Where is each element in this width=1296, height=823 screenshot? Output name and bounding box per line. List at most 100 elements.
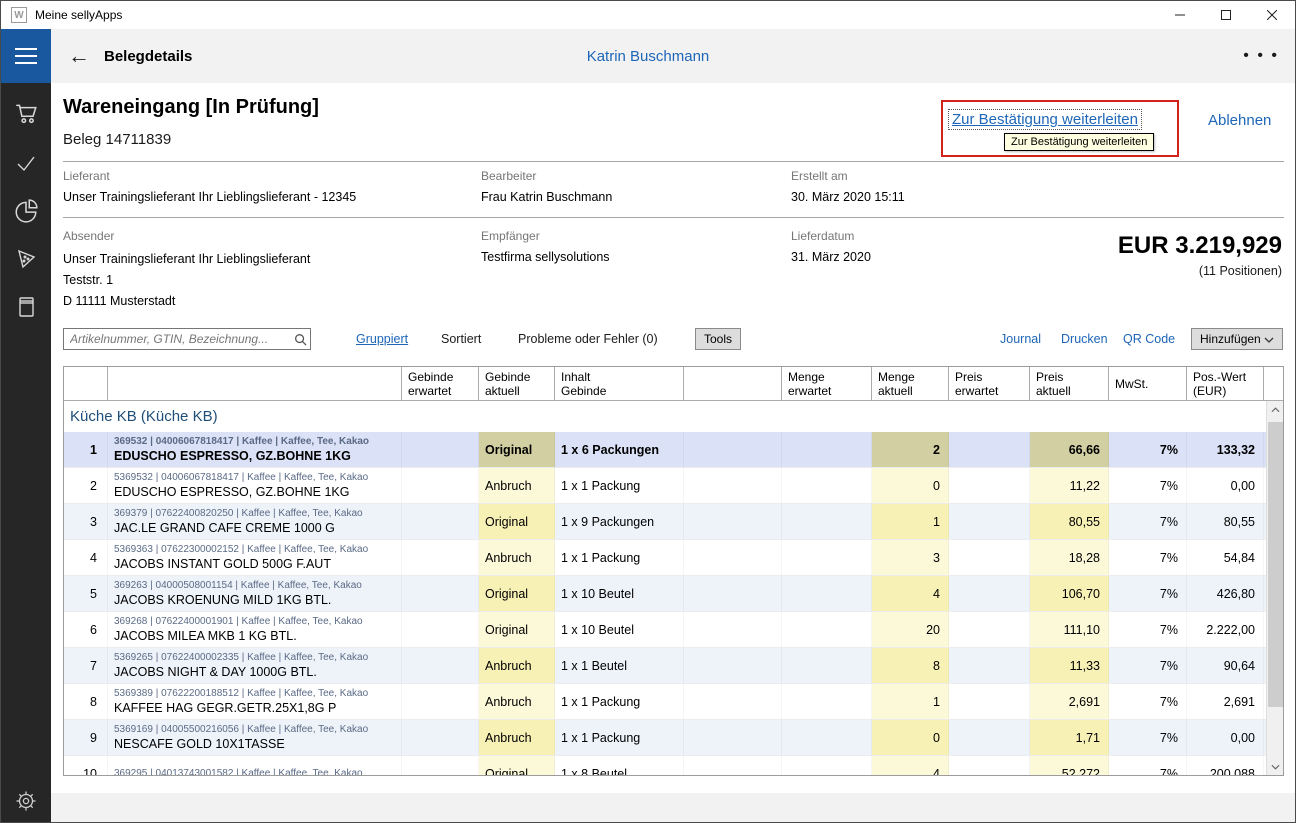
editable-cell[interactable]: 66,66 bbox=[1030, 432, 1109, 467]
group-header[interactable]: Küche KB (Küche KB) bbox=[64, 401, 1266, 432]
pizza-slice-icon[interactable] bbox=[1, 243, 51, 275]
scroll-up-icon[interactable] bbox=[1267, 401, 1284, 418]
table-row[interactable]: 45369363 | 07622300002152 | Kaffee | Kaf… bbox=[64, 540, 1266, 576]
journal-link[interactable]: Journal bbox=[1000, 332, 1041, 346]
row-number: 9 bbox=[64, 720, 108, 755]
editable-cell[interactable]: 111,10 bbox=[1030, 612, 1109, 647]
hinzufuegen-button[interactable]: Hinzufügen bbox=[1191, 328, 1283, 350]
editable-cell[interactable]: Original bbox=[479, 612, 555, 647]
scrollbar-thumb[interactable] bbox=[1268, 422, 1283, 707]
editable-cell[interactable]: Anbruch bbox=[479, 648, 555, 683]
book-icon[interactable] bbox=[1, 291, 51, 323]
editable-cell[interactable]: Original bbox=[479, 756, 555, 775]
cell: 1 x 1 Packung bbox=[555, 540, 684, 575]
editable-cell[interactable]: 0 bbox=[872, 720, 949, 755]
minimize-button[interactable] bbox=[1157, 1, 1203, 29]
reject-button[interactable]: Ablehnen bbox=[1208, 112, 1271, 129]
cell bbox=[782, 756, 872, 775]
more-icon[interactable]: • • • bbox=[1243, 29, 1279, 83]
article-meta: 369379 | 07622400820250 | Kaffee | Kaffe… bbox=[114, 507, 363, 520]
editable-cell[interactable]: Original bbox=[479, 432, 555, 467]
editable-cell[interactable]: 1,71 bbox=[1030, 720, 1109, 755]
cell: 1 x 10 Beutel bbox=[555, 576, 684, 611]
editable-cell[interactable]: Anbruch bbox=[479, 720, 555, 755]
table-row[interactable]: 25369532 | 04006067818417 | Kaffee | Kaf… bbox=[64, 468, 1266, 504]
sortiert-tab[interactable]: Sortiert bbox=[441, 332, 481, 346]
table-row[interactable]: 6369268 | 07622400001901 | Kaffee | Kaff… bbox=[64, 612, 1266, 648]
cell bbox=[949, 504, 1030, 539]
search-icon[interactable] bbox=[290, 333, 310, 346]
editable-cell[interactable]: 2 bbox=[872, 432, 949, 467]
maximize-button[interactable] bbox=[1203, 1, 1249, 29]
cell bbox=[402, 576, 479, 611]
cart-icon[interactable] bbox=[1, 97, 51, 129]
pie-chart-icon[interactable] bbox=[1, 195, 51, 227]
column-header: Preis aktuell bbox=[1030, 367, 1109, 400]
column-header: Gebinde aktuell bbox=[479, 367, 555, 400]
tools-button[interactable]: Tools bbox=[695, 328, 741, 350]
editable-cell[interactable]: 106,70 bbox=[1030, 576, 1109, 611]
article-description: 5369169 | 04005500216056 | Kaffee | Kaff… bbox=[108, 720, 402, 755]
table-row[interactable]: 5369263 | 04000508001154 | Kaffee | Kaff… bbox=[64, 576, 1266, 612]
gruppiert-tab[interactable]: Gruppiert bbox=[356, 332, 408, 346]
column-header bbox=[64, 367, 108, 400]
editable-cell[interactable]: Anbruch bbox=[479, 540, 555, 575]
editable-cell[interactable]: 80,55 bbox=[1030, 504, 1109, 539]
editable-cell[interactable]: 18,28 bbox=[1030, 540, 1109, 575]
empfaenger-label: Empfänger bbox=[481, 229, 540, 243]
cell bbox=[782, 684, 872, 719]
table-row[interactable]: 85369389 | 07622200188512 | Kaffee | Kaf… bbox=[64, 684, 1266, 720]
close-button[interactable] bbox=[1249, 1, 1295, 29]
cell bbox=[684, 468, 782, 503]
user-link[interactable]: Katrin Buschmann bbox=[1, 29, 1295, 83]
editable-cell[interactable]: 3 bbox=[872, 540, 949, 575]
row-number: 2 bbox=[64, 468, 108, 503]
editable-cell[interactable]: 20 bbox=[872, 612, 949, 647]
document-number: Beleg 14711839 bbox=[63, 131, 171, 148]
editable-cell[interactable]: Original bbox=[479, 576, 555, 611]
vertical-scrollbar[interactable] bbox=[1266, 401, 1283, 775]
qr-code-link[interactable]: QR Code bbox=[1123, 332, 1175, 346]
empfaenger-value: Testfirma sellysolutions bbox=[481, 250, 610, 264]
cell bbox=[402, 504, 479, 539]
article-meta: 5369389 | 07622200188512 | Kaffee | Kaff… bbox=[114, 687, 368, 700]
settings-gear-icon[interactable] bbox=[12, 787, 40, 815]
cell: 7% bbox=[1109, 468, 1187, 503]
table-row[interactable]: 95369169 | 04005500216056 | Kaffee | Kaf… bbox=[64, 720, 1266, 756]
editable-cell[interactable]: Original bbox=[479, 504, 555, 539]
cell: 0,00 bbox=[1187, 720, 1264, 755]
editable-cell[interactable]: 52,272 bbox=[1030, 756, 1109, 775]
drucken-link[interactable]: Drucken bbox=[1061, 332, 1108, 346]
probleme-tab[interactable]: Probleme oder Fehler (0) bbox=[518, 332, 658, 346]
article-description: 369268 | 07622400001901 | Kaffee | Kaffe… bbox=[108, 612, 402, 647]
editable-cell[interactable]: 4 bbox=[872, 576, 949, 611]
editable-cell[interactable]: 2,691 bbox=[1030, 684, 1109, 719]
forward-for-confirmation-button[interactable]: Zur Bestätigung weiterleiten bbox=[948, 109, 1142, 130]
cell: 1 x 1 Packung bbox=[555, 720, 684, 755]
search-input[interactable] bbox=[64, 332, 290, 346]
scroll-down-icon[interactable] bbox=[1267, 758, 1284, 775]
article-meta: 369268 | 07622400001901 | Kaffee | Kaffe… bbox=[114, 615, 363, 628]
editable-cell[interactable]: 8 bbox=[872, 648, 949, 683]
editable-cell[interactable]: Anbruch bbox=[479, 684, 555, 719]
table-row[interactable]: 3369379 | 07622400820250 | Kaffee | Kaff… bbox=[64, 504, 1266, 540]
check-icon[interactable] bbox=[1, 147, 51, 179]
cell bbox=[684, 756, 782, 775]
cell: 133,32 bbox=[1187, 432, 1264, 467]
editable-cell[interactable]: 0 bbox=[872, 468, 949, 503]
cell: 7% bbox=[1109, 432, 1187, 467]
absender-line: Teststr. 1 bbox=[63, 270, 310, 291]
editable-cell[interactable]: 11,33 bbox=[1030, 648, 1109, 683]
editable-cell[interactable]: 1 bbox=[872, 684, 949, 719]
editable-cell[interactable]: 1 bbox=[872, 504, 949, 539]
cell: 7% bbox=[1109, 756, 1187, 775]
editable-cell[interactable]: Anbruch bbox=[479, 468, 555, 503]
window-title: Meine sellyApps bbox=[35, 8, 122, 22]
editable-cell[interactable]: 11,22 bbox=[1030, 468, 1109, 503]
table-row[interactable]: 75369265 | 07622400002335 | Kaffee | Kaf… bbox=[64, 648, 1266, 684]
table-row[interactable]: 10369295 | 04013743001582 | Kaffee | Kaf… bbox=[64, 756, 1266, 775]
editable-cell[interactable]: 4 bbox=[872, 756, 949, 775]
positions-count: (11 Positionen) bbox=[1199, 264, 1282, 278]
cell bbox=[402, 648, 479, 683]
table-row[interactable]: 1369532 | 04006067818417 | Kaffee | Kaff… bbox=[64, 432, 1266, 468]
